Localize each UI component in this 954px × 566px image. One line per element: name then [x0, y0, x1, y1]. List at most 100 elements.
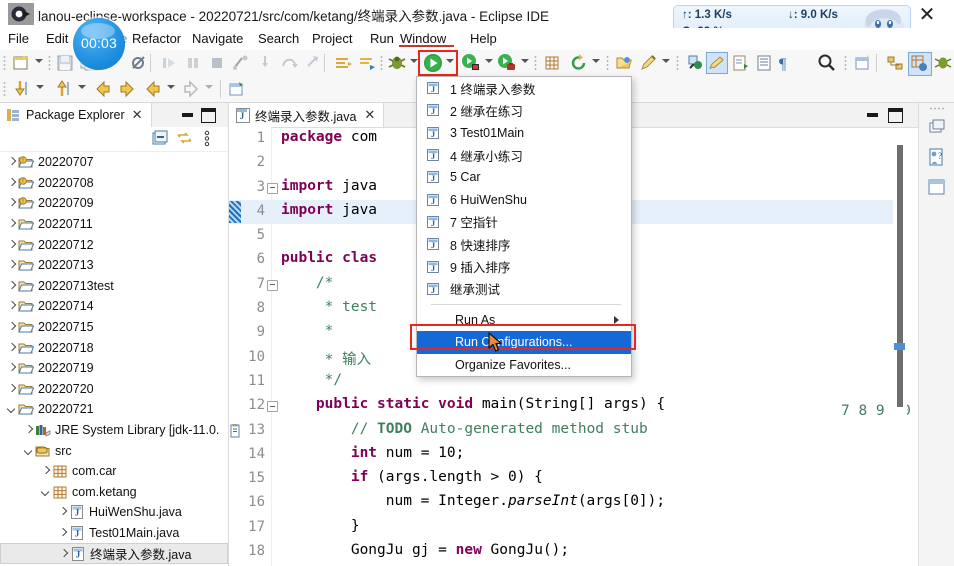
- debug-button[interactable]: [386, 52, 408, 74]
- menu-item[interactable]: J 1 终端录入参数: [417, 77, 631, 99]
- code-line[interactable]: 17 }: [229, 516, 897, 540]
- menu-edit[interactable]: Edit: [46, 31, 68, 46]
- scrollbar-thumb[interactable]: [897, 145, 903, 407]
- menu-item[interactable]: J 9 插入排序: [417, 255, 631, 277]
- tree-item[interactable]: 20220714: [0, 296, 228, 317]
- close-icon[interactable]: ✕: [132, 108, 143, 123]
- tree-item[interactable]: 20220720: [0, 379, 228, 400]
- disconnect-button[interactable]: [230, 52, 252, 74]
- chevron-down-icon[interactable]: [23, 445, 35, 457]
- run-dropdown-menu[interactable]: J 1 终端录入参数 J 2 继承在练习 J 3 Test01Main J 4 继承小练…: [416, 76, 632, 377]
- menu-run[interactable]: Run: [370, 31, 394, 46]
- chevron-right-icon[interactable]: [6, 300, 18, 312]
- perspective-java-icon[interactable]: [908, 52, 932, 76]
- forward-history-button[interactable]: [116, 78, 138, 100]
- menu-refactor[interactable]: Refactor: [132, 31, 181, 46]
- menu-window[interactable]: Window: [400, 31, 446, 46]
- tree-item[interactable]: 20220719: [0, 358, 228, 379]
- toggle-mark-occurrences-button[interactable]: [706, 52, 728, 74]
- code-line[interactable]: 14 int num = 10;: [229, 443, 897, 467]
- perspective-debug-icon[interactable]: [932, 52, 954, 74]
- chevron-right-icon[interactable]: [57, 506, 69, 518]
- navigate-back-caret[interactable]: [167, 85, 175, 89]
- tree-item[interactable]: 20220713: [0, 255, 228, 276]
- toolbar2-grip[interactable]: [3, 81, 6, 97]
- debug-dropdown-caret[interactable]: [410, 59, 418, 63]
- tab-editor-file[interactable]: J 终端录入参数.java ✕: [229, 103, 385, 127]
- open-type-button[interactable]: [614, 52, 636, 74]
- chevron-right-icon[interactable]: [6, 383, 18, 395]
- toolbar-grip-2[interactable]: [48, 55, 51, 71]
- chevron-right-icon[interactable]: [6, 342, 18, 354]
- step-return-button[interactable]: [302, 52, 324, 74]
- step-into-selection-button[interactable]: [10, 78, 32, 100]
- run-external-tools-button[interactable]: [496, 52, 518, 74]
- chevron-right-icon[interactable]: [6, 259, 18, 271]
- tree-item[interactable]: com.ketang: [0, 482, 228, 503]
- tree-item[interactable]: 20220718: [0, 337, 228, 358]
- outline-view-icon[interactable]: [925, 175, 949, 199]
- menu-search[interactable]: Search: [258, 31, 299, 46]
- screen-recorder-timer[interactable]: 00:03: [73, 18, 125, 70]
- code-line[interactable]: 12 public static void main(String[] args…: [229, 394, 897, 418]
- chevron-right-icon[interactable]: [6, 280, 18, 292]
- pin-editor-button[interactable]: [226, 78, 248, 100]
- editor-minimize-icon[interactable]: [866, 109, 879, 121]
- open-task-button[interactable]: [638, 52, 660, 74]
- javadoc-view-icon[interactable]: ?: [925, 145, 949, 169]
- new-wizard-button[interactable]: [10, 52, 32, 74]
- code-line[interactable]: 15 if (args.length > 0) {: [229, 467, 897, 491]
- menu-help[interactable]: Help: [470, 31, 497, 46]
- search-references-button[interactable]: [684, 52, 706, 74]
- run-external-tools-caret[interactable]: [521, 59, 529, 63]
- terminate-button[interactable]: [206, 52, 228, 74]
- tree-item[interactable]: src: [0, 440, 228, 461]
- menu-item[interactable]: J 6 HuiWenShu: [417, 188, 631, 210]
- link-with-editor-icon[interactable]: [176, 130, 193, 150]
- toolbar-grip[interactable]: [3, 55, 6, 71]
- open-task-caret[interactable]: [662, 59, 670, 63]
- navigate-forward-caret[interactable]: [205, 85, 213, 89]
- close-icon[interactable]: ✕: [364, 108, 375, 123]
- suspend-button[interactable]: [182, 52, 204, 74]
- open-perspective-button[interactable]: [852, 52, 874, 74]
- toolbar-grip-5[interactable]: [534, 55, 537, 71]
- toggle-block-selection-button[interactable]: [730, 52, 752, 74]
- maximize-icon[interactable]: [201, 108, 216, 123]
- collapse-all-icon[interactable]: [152, 130, 169, 150]
- show-whitespace-button[interactable]: [754, 52, 776, 74]
- save-button[interactable]: [54, 52, 76, 74]
- chevron-right-icon[interactable]: [40, 465, 52, 477]
- toolbar-grip-7[interactable]: [676, 55, 679, 71]
- fold-collapse-icon[interactable]: [267, 182, 278, 194]
- step-up-button[interactable]: [52, 78, 74, 100]
- step-over-button[interactable]: [278, 52, 300, 74]
- tree-item[interactable]: 20220712: [0, 234, 228, 255]
- tree-item[interactable]: ! 20220707: [0, 152, 228, 173]
- new-wizard-dropdown-caret[interactable]: [35, 59, 43, 63]
- step-up-caret[interactable]: [78, 85, 86, 89]
- toolbar-grip-6[interactable]: [606, 55, 609, 71]
- skip-breakpoints-button[interactable]: [128, 52, 150, 74]
- chevron-right-icon[interactable]: [6, 321, 18, 333]
- editor-maximize-icon[interactable]: [888, 108, 903, 123]
- tree-item[interactable]: 20220711: [0, 214, 228, 235]
- menu-item[interactable]: Organize Favorites...: [417, 354, 631, 376]
- menu-file[interactable]: File: [8, 31, 29, 46]
- menu-item[interactable]: J 8 快速排序: [417, 233, 631, 255]
- minimize-icon[interactable]: [181, 109, 194, 121]
- tab-package-explorer[interactable]: Package Explorer ✕: [0, 103, 152, 127]
- chevron-down-icon[interactable]: [6, 403, 18, 415]
- code-line[interactable]: 13 // TODO Auto-generated method stub: [229, 419, 897, 443]
- chevron-right-icon[interactable]: [57, 527, 69, 539]
- new-java-package-button[interactable]: [542, 52, 564, 74]
- menu-item[interactable]: J 5 Car: [417, 166, 631, 188]
- chevron-right-icon[interactable]: [6, 197, 18, 209]
- tree-item-selected[interactable]: J 终端录入参数.java: [0, 543, 228, 564]
- menu-navigate[interactable]: Navigate: [192, 31, 243, 46]
- tree-item[interactable]: 20220715: [0, 317, 228, 338]
- menu-item[interactable]: J 3 Test01Main: [417, 122, 631, 144]
- toolbar-grip-4[interactable]: [380, 55, 383, 71]
- tree-item[interactable]: J Test01Main.java: [0, 523, 228, 544]
- chevron-right-icon[interactable]: [6, 218, 18, 230]
